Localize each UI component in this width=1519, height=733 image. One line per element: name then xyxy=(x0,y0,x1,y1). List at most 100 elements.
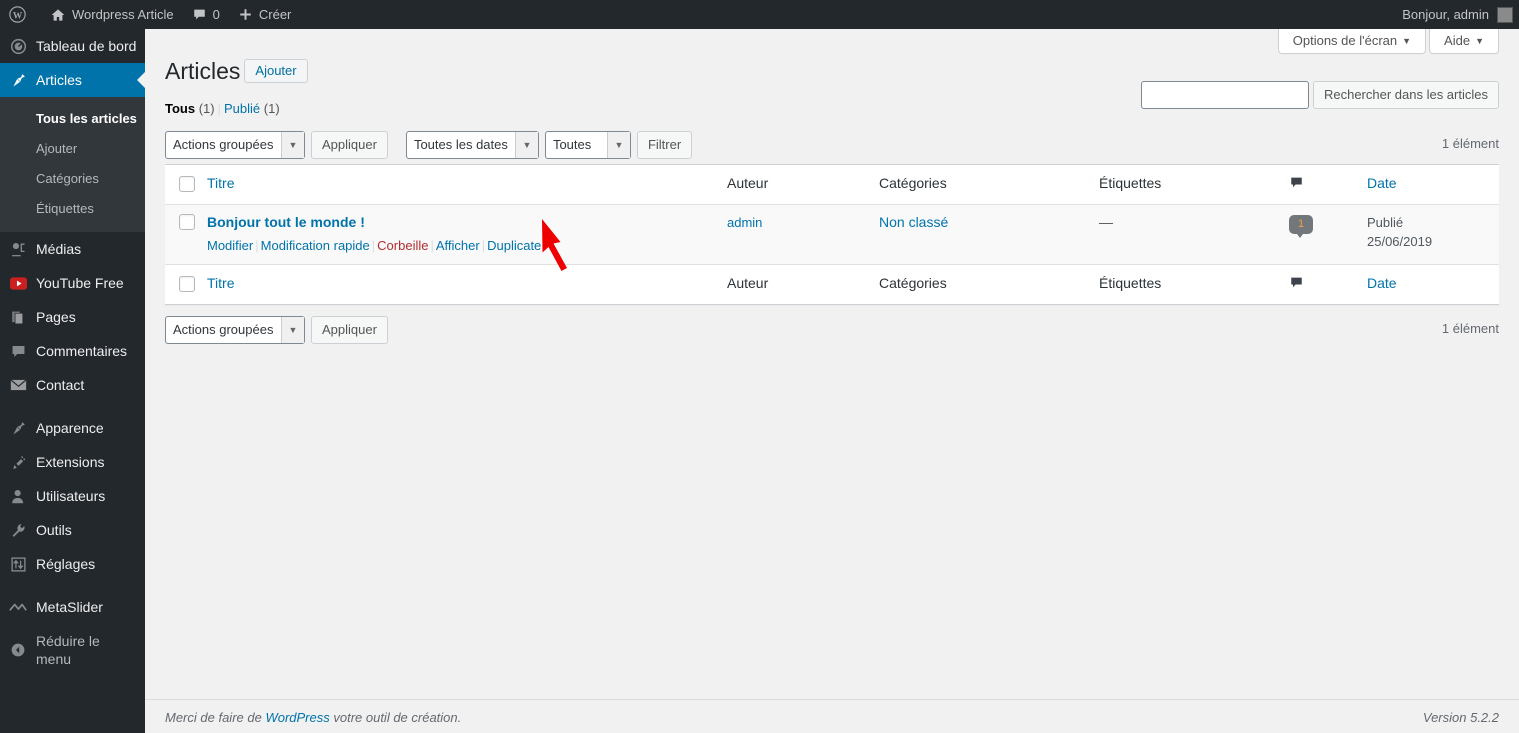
submenu-item-add-new[interactable]: Ajouter xyxy=(0,134,145,164)
row-action-view[interactable]: Afficher xyxy=(436,238,480,253)
displaying-num-bottom: 1 élément xyxy=(1441,320,1499,336)
author-link[interactable]: admin xyxy=(727,215,762,230)
sidebar-item-articles[interactable]: Articles xyxy=(0,63,145,97)
bulk-action-select-wrap: Actions groupées ▼ xyxy=(165,130,305,159)
svg-text:W: W xyxy=(13,11,23,21)
bulk-action-select-top[interactable]: Actions groupées xyxy=(165,130,305,159)
filter-submit-button[interactable]: Filtrer xyxy=(636,130,693,159)
sidebar-item-youtube-free[interactable]: YouTube Free xyxy=(0,266,145,300)
sidebar-item-label: Apparence xyxy=(36,420,104,436)
comment-bubble-icon xyxy=(1289,175,1304,194)
site-name-menu[interactable]: Wordpress Article xyxy=(41,0,183,29)
row-categories-cell: Non classé xyxy=(879,204,1099,265)
column-footer-title: Titre xyxy=(207,263,727,305)
sidebar-item-settings[interactable]: Réglages xyxy=(0,547,145,581)
envelope-icon xyxy=(0,378,36,392)
pin-icon xyxy=(0,72,36,89)
column-header-tags: Étiquettes xyxy=(1099,164,1289,205)
row-action-edit[interactable]: Modifier xyxy=(207,238,253,253)
help-label: Aide xyxy=(1444,33,1471,48)
sidebar-item-tools[interactable]: Outils xyxy=(0,513,145,547)
sidebar-item-comments[interactable]: Commentaires xyxy=(0,334,145,368)
filter-link-all[interactable]: Tous xyxy=(165,101,195,116)
comment-bubble-icon xyxy=(192,7,207,22)
site-name-label: Wordpress Article xyxy=(72,7,174,22)
help-button[interactable]: Aide ▼ xyxy=(1429,29,1499,54)
admin-bar: W Wordpress Article 0 Créer Bonjour, adm… xyxy=(0,0,1519,29)
column-header-categories: Catégories xyxy=(879,164,1099,205)
bulk-apply-button-top[interactable]: Appliquer xyxy=(311,130,388,159)
sort-link-date[interactable]: Date xyxy=(1367,175,1397,191)
admin-sidebar-menu: Tableau de bord Articles Tous les articl… xyxy=(0,29,145,733)
screen-options-button[interactable]: Options de l'écran ▼ xyxy=(1277,29,1427,54)
new-content-menu[interactable]: Créer xyxy=(229,0,301,29)
row-action-duplicate[interactable]: Duplicate xyxy=(487,238,541,253)
bulk-action-select-bottom[interactable]: Actions groupées xyxy=(165,315,305,344)
dashboard-gauge-icon xyxy=(0,38,36,55)
youtube-icon xyxy=(0,276,36,290)
submenu-item-all-posts[interactable]: Tous les articles xyxy=(0,104,145,134)
post-title-link[interactable]: Bonjour tout le monde ! xyxy=(207,213,365,233)
row-action-trash[interactable]: Corbeille xyxy=(377,238,428,253)
row-action-quick-edit[interactable]: Modification rapide xyxy=(261,238,370,253)
sidebar-item-contact[interactable]: Contact xyxy=(0,368,145,402)
comment-count-badge[interactable]: 1 xyxy=(1289,214,1313,238)
sidebar-item-metaslider[interactable]: MetaSlider xyxy=(0,590,145,624)
sidebar-item-pages[interactable]: Pages xyxy=(0,300,145,334)
category-link[interactable]: Non classé xyxy=(879,214,948,230)
displaying-num-top: 1 élément xyxy=(1441,135,1499,151)
filter-count-published: (1) xyxy=(263,100,280,116)
submenu-item-label: Étiquettes xyxy=(36,201,94,216)
table-body: Bonjour tout le monde ! Modifier | Modific… xyxy=(165,204,1499,265)
bulk-apply-button-bottom[interactable]: Appliquer xyxy=(311,315,388,344)
filter-link-published[interactable]: Publié xyxy=(224,101,260,116)
footer-thanks-prefix: Merci de faire de xyxy=(165,710,266,725)
sidebar-item-label: Articles xyxy=(36,72,82,88)
sort-link-title[interactable]: Titre xyxy=(207,175,234,191)
row-comments-cell: 1 xyxy=(1289,204,1367,265)
select-all-checkbox-bottom[interactable] xyxy=(179,275,195,292)
sort-link-title-bottom[interactable]: Titre xyxy=(207,275,234,291)
main-content: Options de l'écran ▼ Aide ▼ Articles Ajoute… xyxy=(145,29,1519,733)
screen-meta-links: Options de l'écran ▼ Aide ▼ xyxy=(1277,29,1499,54)
row-select-checkbox[interactable] xyxy=(179,213,195,230)
sidebar-item-dashboard[interactable]: Tableau de bord xyxy=(0,29,145,63)
column-footer-categories: Catégories xyxy=(879,263,1099,305)
search-input[interactable] xyxy=(1140,81,1309,109)
plug-icon xyxy=(0,454,36,471)
posts-list-table: Titre Auteur Catégories Étiquettes Date … xyxy=(165,163,1499,305)
row-author-cell: admin xyxy=(727,204,879,265)
wordpress-logo-menu[interactable]: W xyxy=(0,0,41,29)
pages-icon xyxy=(0,309,36,326)
comment-bubble-icon xyxy=(1289,275,1304,294)
chevron-down-icon: ▼ xyxy=(1402,36,1412,46)
wordpress-link[interactable]: WordPress xyxy=(265,710,329,725)
submenu-item-tags[interactable]: Étiquettes xyxy=(0,194,145,224)
sidebar-item-plugins[interactable]: Extensions xyxy=(0,445,145,479)
category-filter-select[interactable]: Toutes xyxy=(544,130,631,159)
tags-value: — xyxy=(1099,213,1113,230)
sidebar-item-appearance[interactable]: Apparence xyxy=(0,411,145,445)
collapse-menu-button[interactable]: Réduire le menu xyxy=(0,624,145,676)
sort-link-date-bottom[interactable]: Date xyxy=(1367,275,1397,291)
sidebar-item-media[interactable]: Médias xyxy=(0,232,145,266)
search-submit-button[interactable]: Rechercher dans les articles xyxy=(1312,81,1499,109)
bulk-action-select-wrap-bottom: Actions groupées ▼ xyxy=(165,315,305,344)
filter-link-all-label: Tous xyxy=(165,100,196,116)
select-all-checkbox-top[interactable] xyxy=(179,175,195,192)
tablenav-bottom: Actions groupées ▼ Appliquer 1 élément xyxy=(165,315,1499,345)
table-header-row: Titre Auteur Catégories Étiquettes Date xyxy=(165,164,1499,205)
comment-count-value: 1 xyxy=(1297,217,1305,230)
table-footer-row: Titre Auteur Catégories Étiquettes Date xyxy=(165,263,1499,305)
submenu-item-categories[interactable]: Catégories xyxy=(0,164,145,194)
comments-count: 0 xyxy=(212,7,220,22)
date-filter-select[interactable]: Toutes les dates xyxy=(405,130,539,159)
sidebar-item-label: Utilisateurs xyxy=(36,488,106,504)
comments-bubble-menu[interactable]: 0 xyxy=(183,0,229,29)
sidebar-item-users[interactable]: Utilisateurs xyxy=(0,479,145,513)
admin-footer: Merci de faire de WordPress votre outil … xyxy=(145,699,1519,733)
row-actions: Modifier | Modification rapide | Corbeille | A… xyxy=(207,232,717,256)
my-account-menu[interactable]: Bonjour, admin xyxy=(1393,0,1519,29)
add-new-post-button[interactable]: Ajouter xyxy=(244,59,308,83)
row-tags-cell: — xyxy=(1099,204,1289,265)
